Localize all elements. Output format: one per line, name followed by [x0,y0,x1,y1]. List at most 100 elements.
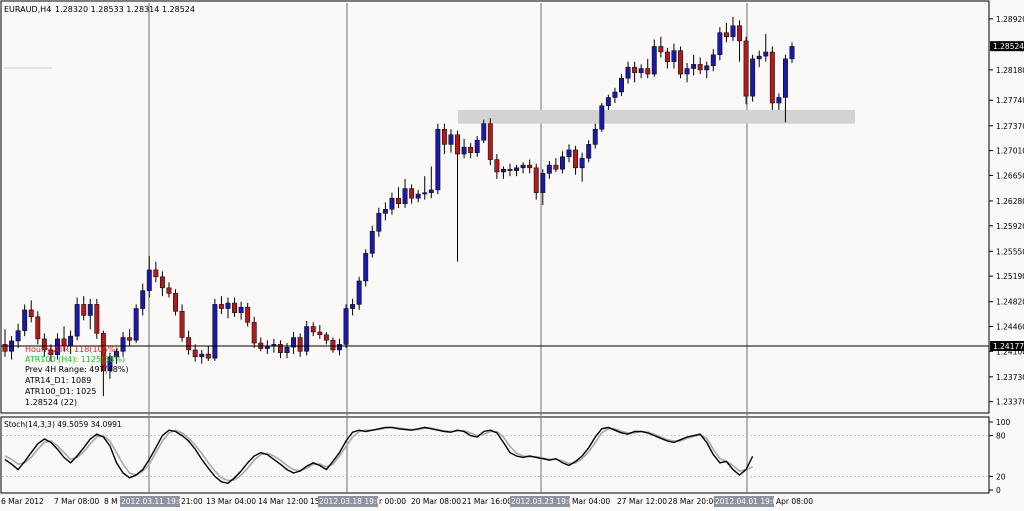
candle-body [684,68,690,75]
candle-body [15,330,21,342]
bear-candle[interactable] [678,46,683,79]
candle-body [737,25,742,42]
candle-body [28,309,34,318]
price-tick-label: 1.23370 [996,398,1024,407]
candle-body [481,123,487,141]
candle-body [619,77,624,93]
time-label: 7 Mar 08:00 [54,497,100,506]
price-chart[interactable]: EURAUD,H4 1.28320 1.28533 1.28314 1.2852… [0,0,1024,511]
candle-body [678,50,683,75]
hline-price-label: 1.24177 [993,342,1024,351]
candle-body [422,192,428,195]
bull-candle[interactable] [212,298,218,361]
candle-body [599,105,605,130]
candle-body [704,65,710,71]
bull-candle[interactable] [363,249,369,287]
time-highlight: 2012.03.11 19:00 [121,497,188,506]
bear-candle[interactable] [173,289,178,316]
candle-body [494,159,500,173]
bull-candle[interactable] [133,304,139,344]
atr14-d1-text: ATR14_D1: 1089 [25,376,91,385]
candle-body [756,55,762,60]
candle-body [317,331,323,336]
bull-candle[interactable] [599,103,605,132]
price-tick-label: 1.23730 [996,373,1024,382]
candle-body [212,304,218,359]
price-tick-label: 1.26650 [996,171,1024,180]
time-label: 13 Mar 04:00 [206,497,256,506]
candle-body [2,344,8,352]
stoch-level-label: 80 [996,432,1006,441]
stoch-level-label: 20 [996,472,1006,481]
candle-body [507,168,513,171]
time-label: 8 M [104,497,118,506]
candle-body [448,134,454,145]
candle-body [310,326,316,333]
candle-body [658,46,664,53]
time-label: r 00:00 [379,497,406,506]
time-label: 20 Mar 08:00 [411,497,461,506]
candle-body [612,91,618,98]
candle-body [81,304,87,316]
candle-body [179,311,185,338]
price-tick-label: 1.27740 [996,96,1024,105]
candle-body [402,188,408,204]
time-label: 28 Mar 20:00 [668,497,718,506]
price-tick-label: 1.24460 [996,322,1024,331]
candle-body [691,64,697,69]
candle-body [592,128,598,145]
bear-candle[interactable] [94,298,100,339]
candle-body [579,157,585,169]
candle-body [514,167,519,171]
candle-body [350,304,356,309]
candle-body [743,40,749,97]
candle-body [625,66,631,79]
bull-candle[interactable] [343,304,349,348]
candle-body [94,304,100,334]
candle-body [710,54,716,67]
candle-body [468,146,474,153]
candle-body [586,144,592,159]
price-tick-label: 1.28180 [996,66,1024,75]
bear-candle[interactable] [743,36,749,105]
candle-body [199,353,205,358]
candle-body [245,306,251,323]
resistance-zone[interactable] [458,109,855,124]
price-tick-label: 1.27010 [996,147,1024,156]
bear-candle[interactable] [769,46,775,110]
bear-candle[interactable] [487,118,493,166]
candle-body [153,269,159,278]
candle-body [763,51,769,57]
atr100-d1-text: ATR100_D1: 1025 [25,387,96,396]
candle-body [474,140,480,153]
candle-body [553,164,559,170]
prev-4h-range-text: Prev 4H Range: 497(48%) [25,365,129,374]
candle-body [415,193,421,199]
candle-body [782,58,788,98]
candle-body [205,353,211,359]
hourly-atr-text: Hourly ATR: 118(105%) [25,345,118,354]
candle-body [304,326,310,352]
candle-body [638,68,644,73]
candle-body [396,197,401,204]
candle-body [409,188,415,199]
candle-body [632,66,638,73]
candle-body [192,349,198,358]
candle-body [120,337,126,352]
candle-body [520,164,526,169]
candle-body [74,304,80,337]
candle-body [605,97,611,107]
time-label: 27 Mar 12:00 [617,497,667,506]
bull-candle[interactable] [750,54,756,102]
candle-body [730,25,736,38]
candle-body [127,337,133,341]
candle-body [337,344,342,351]
price-tick-label: 1.25190 [996,272,1024,281]
candle-body [769,51,775,104]
candle-body [487,123,493,160]
bull-candle[interactable] [435,123,441,195]
candle-body [323,334,329,341]
candle-body [22,309,28,331]
time-highlight: 2012.03.18 19:00 [319,497,386,506]
candle-body [186,337,192,351]
